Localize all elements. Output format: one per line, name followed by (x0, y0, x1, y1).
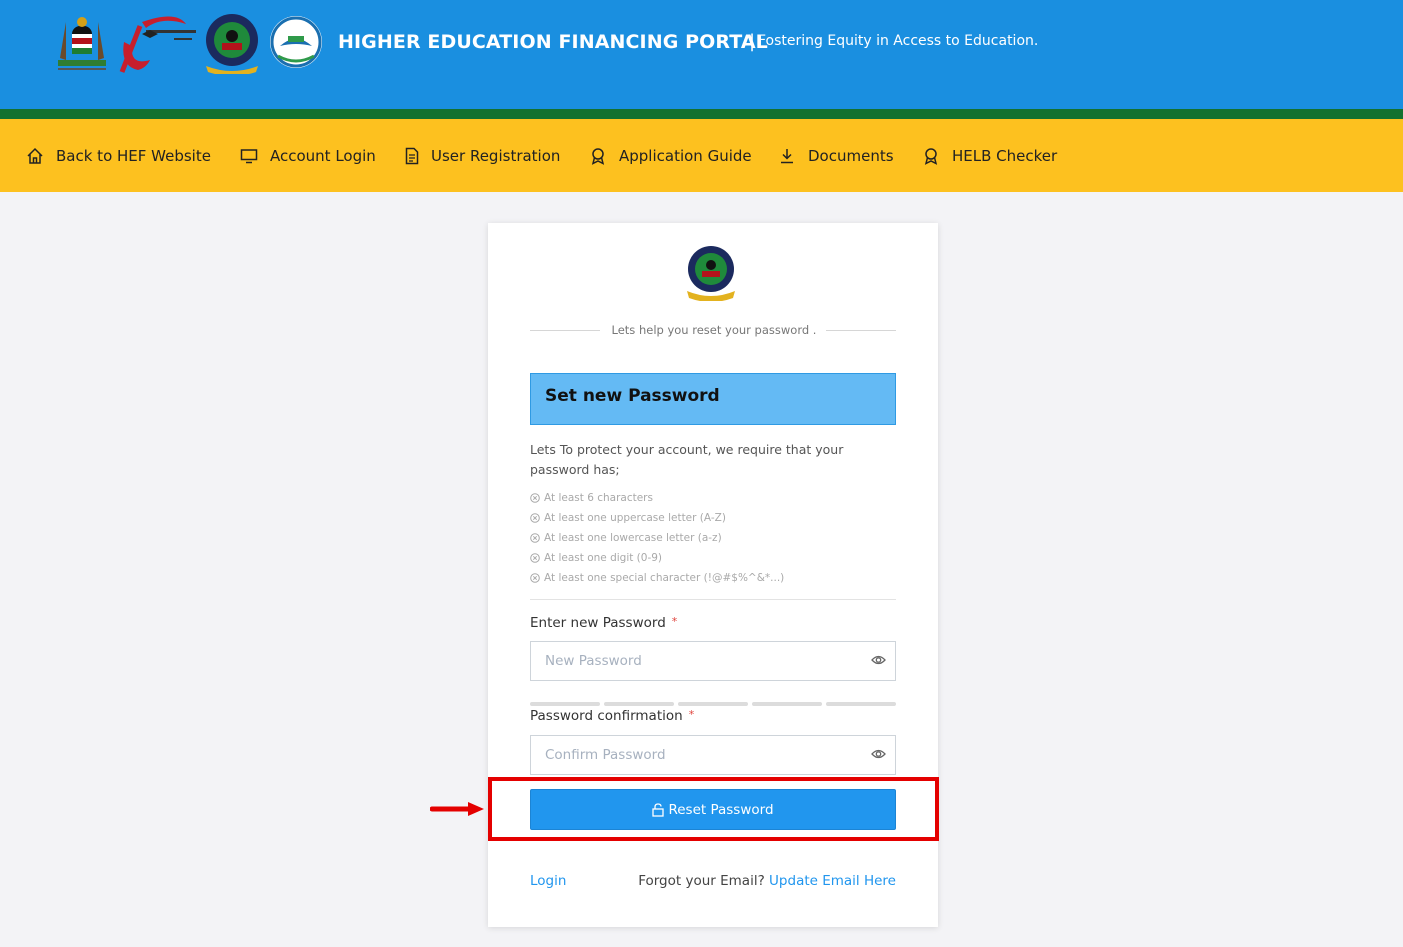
divider-text: Lets help you reset your password . (611, 323, 817, 337)
nav-user-registration[interactable]: User Registration (405, 119, 560, 192)
x-circle-icon (530, 553, 540, 563)
card-heading: Set new Password (545, 386, 720, 406)
strength-segment (604, 702, 674, 706)
set-password-header: Set new Password (530, 373, 896, 425)
nav-label: Application Guide (619, 146, 752, 165)
nav-label: HELB Checker (952, 146, 1058, 165)
monitor-icon (240, 148, 258, 163)
update-email-link[interactable]: Update Email Here (769, 873, 896, 889)
nav-label: User Registration (431, 146, 561, 165)
green-stripe (0, 109, 1403, 119)
x-circle-icon (530, 533, 540, 543)
helb-logo (206, 14, 258, 74)
strength-segment (826, 702, 896, 706)
eye-icon[interactable] (871, 748, 886, 760)
confirm-password-field (530, 735, 896, 775)
new-password-label: Enter new Password * (530, 615, 678, 631)
nav-account-login[interactable]: Account Login (240, 119, 376, 192)
login-link[interactable]: Login (530, 873, 566, 889)
section-divider (530, 599, 896, 600)
nav-label: Documents (808, 146, 894, 165)
university-fund-logo (119, 16, 196, 73)
nav-label: Back to HEF Website (56, 146, 211, 165)
requirement-item: At least one lowercase letter (a-z) (530, 528, 896, 548)
new-password-input[interactable] (531, 642, 861, 680)
helb-logo (687, 246, 735, 301)
divider: Lets help you reset your password . (530, 323, 896, 339)
title-separator: | (749, 31, 756, 52)
x-circle-icon (530, 513, 540, 523)
nav-label: Account Login (270, 146, 376, 165)
x-circle-icon (530, 573, 540, 583)
annotation-arrow-icon (430, 802, 484, 816)
nav-back-to-hef-website[interactable]: Back to HEF Website (26, 119, 211, 192)
requirement-item: At least one special character (!@#$%^&*… (530, 568, 896, 588)
nav-application-guide[interactable]: Application Guide (589, 119, 752, 192)
home-icon (27, 147, 43, 164)
strength-segment (752, 702, 822, 706)
password-strength-meter (530, 702, 896, 706)
kenya-coat-of-arms-logo (58, 17, 106, 70)
nav-helb-checker[interactable]: HELB Checker (922, 119, 1057, 192)
required-marker: * (671, 615, 678, 628)
document-icon (405, 147, 419, 164)
portal-title: HIGHER EDUCATION FINANCING PORTAL (338, 31, 768, 53)
award-icon (924, 147, 938, 165)
forgot-email-text: Forgot your Email? (638, 873, 765, 889)
eye-icon[interactable] (871, 654, 886, 666)
x-circle-icon (530, 493, 540, 503)
password-policy-intro: Lets To protect your account, we require… (530, 442, 844, 477)
main-nav: Back to HEF Website Account Login User R… (0, 119, 1403, 192)
strength-segment (530, 702, 600, 706)
nav-documents[interactable]: Documents (778, 119, 894, 192)
kuccps-logo (270, 16, 322, 68)
download-icon (781, 148, 793, 163)
top-header: HIGHER EDUCATION FINANCING PORTAL | Fost… (0, 0, 1403, 109)
confirm-password-input[interactable] (531, 736, 861, 774)
annotation-highlight-box (488, 777, 939, 841)
award-icon (591, 147, 605, 165)
strength-segment (678, 702, 748, 706)
required-marker: * (688, 708, 695, 721)
portal-tagline: Fostering Equity in Access to Education. (758, 33, 1039, 49)
confirm-password-label: Password confirmation * (530, 708, 695, 724)
new-password-field (530, 641, 896, 681)
password-requirements-list: At least 6 characters At least one upper… (530, 488, 896, 588)
requirement-item: At least one digit (0-9) (530, 548, 896, 568)
requirement-item: At least one uppercase letter (A-Z) (530, 508, 896, 528)
requirement-item: At least 6 characters (530, 488, 896, 508)
forgot-email: Forgot your Email? Update Email Here (638, 873, 896, 889)
